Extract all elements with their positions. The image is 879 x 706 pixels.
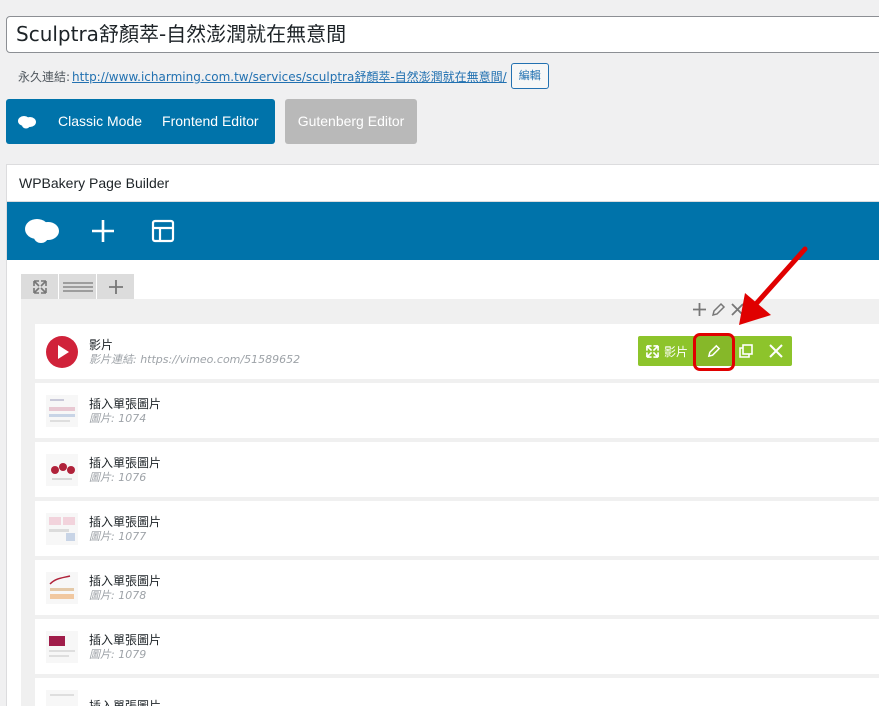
annotation-arrow-icon bbox=[739, 246, 808, 325]
element-move-button[interactable]: 影片 bbox=[638, 336, 696, 366]
edit-highlight-box bbox=[693, 333, 735, 371]
wpbakery-logo-icon[interactable] bbox=[6, 115, 48, 129]
element-title: 插入單張圖片 bbox=[89, 632, 162, 647]
wpbakery-logo-icon[interactable] bbox=[22, 214, 62, 248]
element-text: 插入單張圖片 圖片: 1076 bbox=[89, 455, 161, 485]
permalink-row: 永久連結: http://www.icharming.com.tw/servic… bbox=[18, 63, 549, 89]
add-element-icon[interactable] bbox=[89, 214, 117, 248]
image-thumbnail bbox=[46, 630, 78, 663]
element-text: 插入單張圖片 圖片: 1078 bbox=[89, 573, 161, 603]
permalink-link[interactable]: http://www.icharming.com.tw/services/scu… bbox=[72, 68, 507, 85]
element-title: 插入單張圖片 bbox=[89, 698, 162, 706]
element-text: 插入單張圖片 圖片: 1074 bbox=[89, 396, 161, 426]
element-title: 插入單張圖片 bbox=[89, 514, 162, 529]
move-icon bbox=[646, 344, 659, 358]
column-add-icon[interactable] bbox=[692, 302, 707, 317]
single-image-element[interactable]: 插入單張圖片 圖片: 1079 bbox=[35, 619, 879, 674]
element-text: 插入單張圖片 圖片: 1079 bbox=[89, 632, 161, 662]
element-title: 影片 bbox=[89, 337, 114, 352]
element-move-label: 影片 bbox=[663, 344, 688, 359]
row-layout-icon[interactable] bbox=[59, 274, 96, 299]
row-body: 影片 影片連結: https://vimeo.com/51589652 影片 插… bbox=[21, 299, 879, 706]
element-text: 影片 影片連結: https://vimeo.com/51589652 bbox=[89, 337, 300, 367]
element-clone-button[interactable] bbox=[732, 336, 760, 366]
row-move-icon[interactable] bbox=[21, 274, 58, 299]
templates-icon[interactable] bbox=[149, 214, 177, 248]
image-thumbnail bbox=[46, 394, 78, 427]
single-image-element[interactable]: 插入單張圖片 圖片: 1076 bbox=[35, 442, 879, 497]
image-thumbnail bbox=[46, 571, 78, 604]
edit-permalink-button[interactable]: 編輯 bbox=[510, 63, 549, 89]
permalink-label: 永久連結: bbox=[18, 69, 71, 84]
classic-mode-button[interactable]: Classic Mode bbox=[48, 99, 152, 144]
video-element[interactable]: 影片 影片連結: https://vimeo.com/51589652 影片 bbox=[35, 324, 879, 379]
clone-icon bbox=[739, 344, 753, 358]
mode-switch-bar: Classic Mode Frontend Editor bbox=[6, 99, 275, 144]
element-text: 插入單張圖片 圖片: 1077 bbox=[89, 514, 161, 544]
single-image-element[interactable]: 插入單張圖片 圖片: 1074 bbox=[35, 383, 879, 438]
element-subtitle: 圖片: 1074 bbox=[89, 411, 147, 425]
post-title-input[interactable]: Sculptra舒顏萃-自然澎潤就在無意間 bbox=[6, 16, 879, 53]
element-title: 插入單張圖片 bbox=[89, 396, 162, 411]
element-title: 插入單張圖片 bbox=[89, 455, 162, 470]
play-icon bbox=[46, 335, 78, 368]
panel-title: WPBakery Page Builder bbox=[7, 165, 879, 202]
single-image-element[interactable]: 插入單張圖片 bbox=[35, 678, 879, 706]
single-image-element[interactable]: 插入單張圖片 圖片: 1077 bbox=[35, 501, 879, 556]
close-icon bbox=[769, 344, 783, 358]
row-add-icon[interactable] bbox=[97, 274, 134, 299]
element-subtitle: 圖片: 1079 bbox=[89, 647, 147, 661]
row-controls bbox=[21, 274, 135, 299]
column-edit-icon[interactable] bbox=[711, 302, 726, 317]
gutenberg-editor-button[interactable]: Gutenberg Editor bbox=[285, 99, 417, 144]
single-image-element[interactable]: 插入單張圖片 圖片: 1078 bbox=[35, 560, 879, 615]
element-text: 插入單張圖片 bbox=[89, 698, 161, 706]
element-edit-button[interactable] bbox=[693, 333, 735, 371]
frontend-editor-button[interactable]: Frontend Editor bbox=[152, 99, 269, 144]
element-delete-button[interactable] bbox=[760, 336, 792, 366]
element-actions: 影片 bbox=[638, 333, 792, 371]
image-thumbnail bbox=[46, 689, 78, 706]
image-thumbnail bbox=[46, 512, 78, 545]
element-title: 插入單張圖片 bbox=[89, 573, 162, 588]
element-subtitle: 圖片: 1078 bbox=[89, 588, 147, 602]
element-subtitle: 影片連結: https://vimeo.com/51589652 bbox=[89, 352, 301, 366]
element-subtitle: 圖片: 1076 bbox=[89, 470, 147, 484]
image-thumbnail bbox=[46, 453, 78, 486]
element-subtitle: 圖片: 1077 bbox=[89, 529, 147, 543]
